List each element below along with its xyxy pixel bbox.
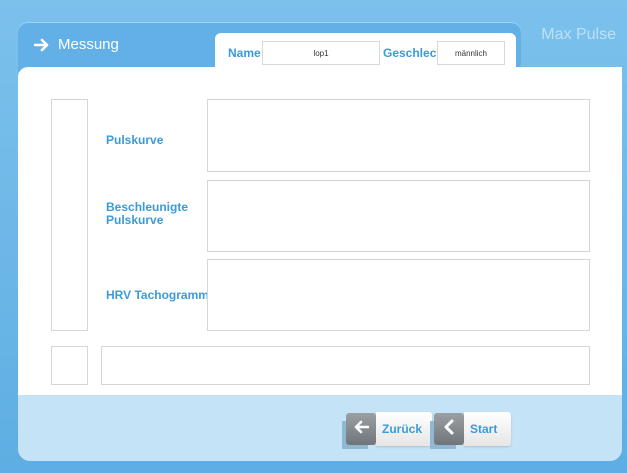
name-label: Name: [228, 46, 261, 60]
arrow-left-icon: [353, 419, 370, 440]
back-button-icon-block: [346, 413, 376, 445]
footer-bar: [18, 395, 622, 461]
brand-logo: Max Pulse: [541, 26, 616, 43]
row-label-accel: Beschleunigte Pulskurve: [106, 201, 188, 227]
row-label-pulse-line1: Pulskurve: [106, 133, 164, 147]
row-label-accel-line2: Pulskurve: [106, 213, 164, 227]
back-button[interactable]: Zurück: [346, 411, 433, 447]
row-label-hrv-line1: HRV Tachogramm: [106, 288, 209, 302]
back-button-label: Zurück: [376, 412, 433, 446]
header-title: Messung: [34, 36, 119, 53]
accel-pulse-chart-area: [207, 180, 590, 252]
status-indicator-box: [51, 346, 88, 385]
pulse-chart-area: [207, 99, 590, 172]
row-label-hrv: HRV Tachogramm: [106, 289, 209, 302]
gender-field[interactable]: männlich: [437, 41, 505, 65]
chevron-left-icon: [441, 419, 457, 440]
side-panel: [51, 99, 88, 331]
arrow-right-icon: [34, 37, 50, 53]
name-field[interactable]: lop1: [262, 41, 380, 65]
start-button[interactable]: Start: [434, 411, 512, 447]
patient-panel: Name lop1 Geschlecht männlich: [215, 33, 516, 71]
start-button-label: Start: [464, 412, 512, 446]
hrv-chart-area: [207, 259, 590, 331]
page-title: Messung: [58, 36, 119, 53]
row-label-pulse: Pulskurve: [106, 134, 163, 147]
start-button-icon-block: [434, 413, 464, 445]
row-label-accel-line1: Beschleunigte: [106, 200, 189, 214]
status-bar: [101, 346, 590, 385]
